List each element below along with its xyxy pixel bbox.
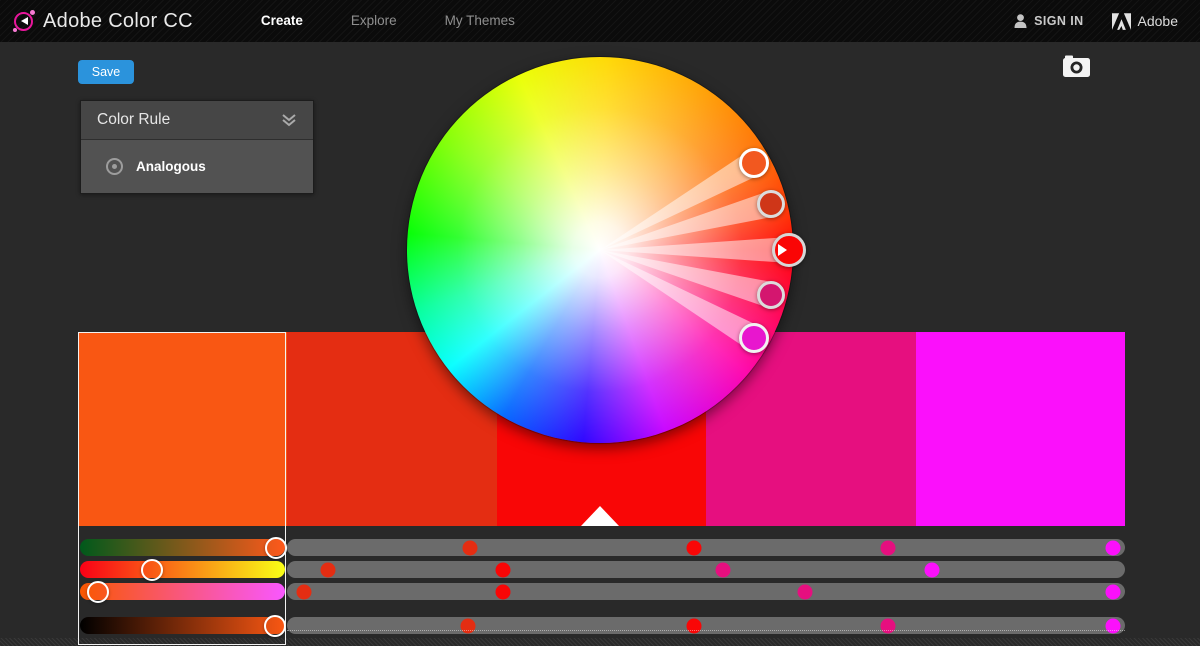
slider-dot[interactable] [321, 562, 336, 577]
color-handle[interactable] [757, 281, 785, 309]
active-brightness-slider[interactable] [80, 617, 285, 634]
slider-dot[interactable] [687, 618, 702, 633]
slider-handle[interactable] [87, 581, 109, 603]
nav-tab-create[interactable]: Create [237, 0, 327, 42]
slider-dot[interactable] [1106, 618, 1121, 633]
color-wheel[interactable] [407, 57, 793, 443]
slider-dot[interactable] [687, 540, 702, 555]
slider-handle[interactable] [141, 559, 163, 581]
color-rule-panel: Color Rule Analogous [80, 100, 314, 194]
top-bar: Adobe Color CC Create Explore My Themes … [0, 0, 1200, 42]
nav-tab-my-themes[interactable]: My Themes [421, 0, 539, 42]
color-rule-option-analogous[interactable]: Analogous [81, 158, 313, 175]
slider-dot[interactable] [462, 540, 477, 555]
slider-dot[interactable] [880, 618, 895, 633]
adobe-color-cc-app: Adobe Color CC Create Explore My Themes … [0, 0, 1200, 646]
active-red-slider[interactable] [80, 539, 285, 556]
inactive-blue-slider-track[interactable] [287, 583, 1125, 600]
inactive-green-slider-track[interactable] [287, 561, 1125, 578]
slider-dot[interactable] [1106, 584, 1121, 599]
slider-dot[interactable] [925, 562, 940, 577]
color-handle[interactable] [757, 190, 785, 218]
person-icon [1014, 14, 1027, 28]
slider-handle[interactable] [265, 537, 287, 559]
adobe-logo-icon [1112, 13, 1131, 30]
inactive-brightness-slider-track[interactable] [287, 617, 1125, 634]
sign-in-button[interactable]: SIGN IN [1014, 14, 1083, 28]
camera-button[interactable] [1062, 54, 1094, 80]
color-handle[interactable] [739, 323, 769, 353]
swatch-column-1[interactable] [78, 332, 287, 526]
slider-dot[interactable] [1106, 540, 1121, 555]
camera-icon [1062, 54, 1094, 80]
active-green-slider[interactable] [80, 561, 285, 578]
swatch-column-5[interactable] [916, 332, 1125, 526]
color-rule-title: Color Rule [97, 111, 170, 129]
topbar-right: SIGN IN Adobe [1014, 13, 1200, 30]
sign-in-label: SIGN IN [1034, 14, 1083, 28]
slider-dot[interactable] [496, 562, 511, 577]
adobe-label: Adobe [1138, 13, 1178, 29]
bottom-texture-strip [0, 638, 1200, 646]
color-rule-header[interactable]: Color Rule [81, 101, 313, 140]
inactive-red-slider-track[interactable] [287, 539, 1125, 556]
radio-icon [106, 158, 123, 175]
active-blue-slider[interactable] [80, 583, 285, 600]
main-nav: Create Explore My Themes [237, 0, 539, 42]
slider-dot[interactable] [880, 540, 895, 555]
base-pointer-icon [778, 244, 787, 256]
slider-dot[interactable] [797, 584, 812, 599]
color-rule-selected-label: Analogous [136, 159, 206, 174]
slider-handle[interactable] [264, 615, 286, 637]
triangle-up-pointer-icon [581, 506, 619, 526]
double-chevron-down-icon [281, 113, 297, 127]
slider-dot[interactable] [496, 584, 511, 599]
slider-dot[interactable] [715, 562, 730, 577]
save-button[interactable]: Save [78, 60, 134, 84]
app-title: Adobe Color CC [43, 10, 193, 33]
adobe-link[interactable]: Adobe [1112, 13, 1178, 30]
color-rule-body: Analogous [81, 140, 313, 193]
brand-home-link[interactable]: Adobe Color CC [0, 10, 211, 33]
slider-dot[interactable] [296, 584, 311, 599]
slider-dot[interactable] [461, 618, 476, 633]
color-wheel-logo-icon [14, 12, 33, 31]
nav-tab-explore[interactable]: Explore [327, 0, 421, 42]
base-color-handle[interactable] [772, 233, 806, 267]
color-handle[interactable] [739, 148, 769, 178]
